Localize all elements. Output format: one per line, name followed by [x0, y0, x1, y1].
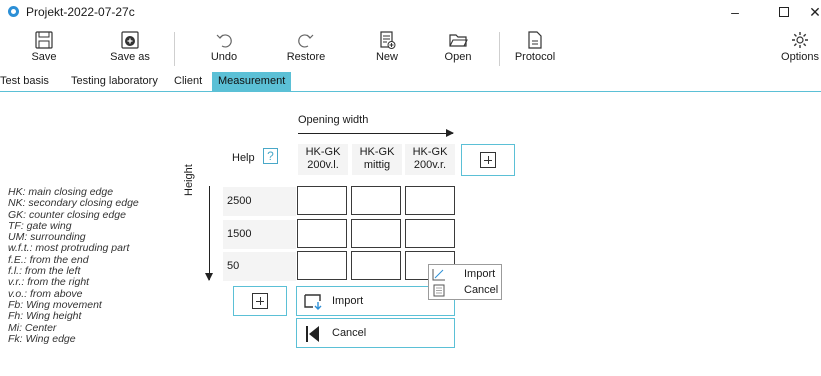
new-button[interactable]: New: [370, 28, 404, 70]
height-label: Height: [183, 164, 195, 196]
undo-arrow-icon: [216, 34, 232, 48]
measurement-cell[interactable]: [405, 186, 455, 215]
folder-open-icon: [449, 34, 468, 47]
measurement-cell[interactable]: [351, 251, 401, 280]
toolbar-separator: [174, 32, 175, 66]
undo-button[interactable]: Undo: [206, 28, 242, 70]
close-button[interactable]: ✕: [800, 2, 821, 22]
toolbar-separator: [499, 32, 500, 66]
options-button[interactable]: Options: [779, 28, 821, 70]
tab-test-basis[interactable]: Test basis: [0, 72, 55, 92]
row-header: 50: [223, 252, 296, 281]
floppy-disk-icon: [35, 31, 53, 49]
import-label: Import: [332, 295, 364, 307]
undo-label: Undo: [210, 51, 238, 63]
cancel-document-icon: [433, 284, 445, 297]
legend-item: Fh: Wing height: [8, 310, 82, 323]
legend-item: Fk: Wing edge: [8, 332, 76, 345]
app-logo-icon: [8, 6, 19, 17]
minimize-button[interactable]: –: [720, 2, 750, 22]
import-icon: [304, 294, 322, 310]
save-button[interactable]: Save: [24, 28, 64, 70]
open-button[interactable]: Open: [440, 28, 476, 70]
floppy-disk-plus-icon: [121, 31, 139, 49]
restore-label: Restore: [286, 51, 326, 63]
cancel-arrow-icon: [306, 326, 319, 342]
context-menu-import[interactable]: Import: [429, 267, 501, 283]
redo-arrow-icon: [298, 34, 314, 48]
opening-width-arrow: [298, 129, 454, 137]
protocol-button[interactable]: Protocol: [512, 28, 558, 70]
tab-client[interactable]: Client: [168, 72, 208, 92]
open-label: Open: [444, 51, 472, 63]
tab-testing-laboratory[interactable]: Testing laboratory: [65, 72, 164, 92]
column-header-line2: 200v.l.: [307, 159, 339, 171]
measurement-cell[interactable]: [297, 251, 347, 280]
opening-width-label: Opening width: [298, 114, 369, 126]
tab-measurement[interactable]: Measurement: [212, 72, 291, 92]
legend-item: v.r.: from the right: [8, 276, 90, 289]
measurement-cell[interactable]: [297, 186, 347, 215]
maximize-icon: [779, 7, 789, 17]
save-as-label: Save as: [110, 51, 150, 63]
window-title: Projekt-2022-07-27c: [26, 5, 135, 19]
new-label: New: [375, 51, 398, 63]
question-mark-icon[interactable]: ?: [263, 148, 278, 164]
context-menu-cancel[interactable]: Cancel: [429, 283, 501, 299]
height-arrow: [205, 186, 213, 281]
column-header: HK-GK 200v.l.: [298, 144, 348, 175]
column-header-line1: HK-GK: [305, 146, 341, 158]
toolbar: Save Save as Undo Restore New Open Proto…: [0, 28, 821, 70]
title-bar: Projekt-2022-07-27c – ✕: [0, 0, 821, 24]
protocol-label: Protocol: [514, 51, 556, 63]
plus-icon: [252, 293, 268, 309]
gear-icon: [792, 32, 808, 48]
plus-icon: [480, 152, 496, 168]
maximize-button[interactable]: [769, 2, 799, 22]
column-header-line2: 200v.r.: [413, 159, 447, 171]
tab-bar: Test basis Testing laboratory Client Mea…: [0, 72, 821, 92]
measurement-cell[interactable]: [351, 219, 401, 248]
document-icon: [528, 31, 542, 49]
column-header: HK-GK 200v.r.: [405, 144, 455, 175]
measurement-cell[interactable]: [405, 219, 455, 248]
measurement-cell[interactable]: [351, 186, 401, 215]
add-column-button[interactable]: [461, 144, 515, 176]
legend-item: NK: secondary closing edge: [8, 197, 139, 210]
context-menu-import-label: Import: [464, 268, 496, 280]
column-header-line1: HK-GK: [359, 146, 395, 158]
save-label: Save: [31, 51, 57, 63]
save-as-button[interactable]: Save as: [106, 28, 154, 70]
context-menu: Import Cancel: [428, 264, 502, 300]
import-icon: [432, 269, 445, 281]
help-label: Help: [232, 152, 255, 164]
abbreviation-legend: HK: main closing edge NK: secondary clos…: [8, 186, 139, 345]
column-header: HK-GK mittig: [352, 144, 402, 175]
column-header-line2: mittig: [363, 159, 391, 171]
cancel-label: Cancel: [332, 327, 367, 339]
row-header: 2500: [223, 187, 296, 216]
context-menu-cancel-label: Cancel: [464, 284, 499, 296]
restore-button[interactable]: Restore: [284, 28, 328, 70]
measurement-cell[interactable]: [297, 219, 347, 248]
column-header-line1: HK-GK: [412, 146, 448, 158]
row-header: 1500: [223, 220, 296, 249]
new-document-icon: [380, 31, 396, 49]
options-label: Options: [781, 51, 819, 63]
cancel-button[interactable]: Cancel: [296, 318, 455, 348]
add-row-button[interactable]: [233, 286, 287, 316]
